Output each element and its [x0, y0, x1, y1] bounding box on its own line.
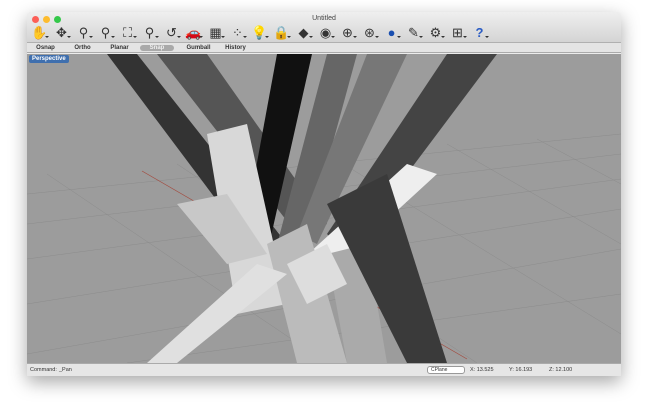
zoom-selected-icon[interactable]: ⚲	[140, 24, 159, 41]
pan-hand-icon[interactable]: ✋	[30, 24, 49, 41]
gear-icon[interactable]: ⚙	[426, 24, 445, 41]
grid-icon[interactable]: ⊞	[448, 24, 467, 41]
color-wheel-icon[interactable]: ◉	[316, 24, 335, 41]
command-label: Command:	[30, 367, 57, 373]
x-coordinate: X: 13.525	[470, 367, 494, 373]
toggle-bar: Osnap Ortho Planar Snap Gumball History	[27, 43, 621, 53]
toggle-planar[interactable]: Planar	[101, 45, 138, 51]
sphere-wireframe-icon[interactable]: ⊕	[338, 24, 357, 41]
undo-view-icon[interactable]: ↺	[162, 24, 181, 41]
car-render-icon[interactable]: 🚗	[184, 24, 203, 41]
window-title: Untitled	[312, 15, 336, 22]
command-input[interactable]: _Pan	[59, 367, 72, 373]
lock-icon[interactable]: 🔒	[272, 24, 291, 41]
app-window: Untitled ✋ ✥ ⚲ ⚲ ⛶ ⚲ ↺ 🚗 ▦ ⁘ 💡 🔒 ◆ ◉ ⊕ ⊛ ● ✎ ⚙ ⊞? Osnap Ort…	[27, 12, 621, 376]
sphere-render-icon[interactable]: ●	[382, 24, 401, 41]
points-icon[interactable]: ⁘	[228, 24, 247, 41]
pen-tool-icon[interactable]: ✎	[404, 24, 423, 41]
status-bar: Command: _Pan CPlane X: 13.525 Y: 16.193…	[27, 363, 621, 376]
y-coordinate: Y: 16.193	[509, 367, 533, 373]
sphere-shaded-icon[interactable]: ⊛	[360, 24, 379, 41]
toggle-ortho[interactable]: Ortho	[64, 45, 101, 51]
zoom-extents-icon[interactable]: ⛶	[118, 24, 137, 41]
light-bulb-icon[interactable]: 💡	[250, 24, 269, 41]
zoom-window-icon[interactable]: ⚲	[96, 24, 115, 41]
layer-icon[interactable]: ▦	[206, 24, 225, 41]
help-icon[interactable]: ?	[470, 24, 489, 41]
sculpture-model	[107, 54, 497, 363]
cplane-select[interactable]: CPlane	[427, 366, 465, 374]
toggle-snap[interactable]: Snap	[140, 44, 174, 51]
zoom-icon[interactable]: ⚲	[74, 24, 93, 41]
toggle-osnap[interactable]: Osnap	[27, 45, 64, 51]
viewport-tab[interactable]: Perspective	[29, 55, 69, 63]
toggle-gumball[interactable]: Gumball	[180, 45, 217, 51]
toggle-history[interactable]: History	[217, 45, 254, 51]
title-bar: Untitled ✋ ✥ ⚲ ⚲ ⛶ ⚲ ↺ 🚗 ▦ ⁘ 💡 🔒 ◆ ◉ ⊕ ⊛ ● ✎ ⚙ ⊞?	[27, 12, 621, 43]
material-icon[interactable]: ◆	[294, 24, 313, 41]
viewport-scene	[27, 54, 621, 363]
rotate-view-icon[interactable]: ✥	[52, 24, 71, 41]
z-coordinate: Z: 12.100	[549, 367, 573, 373]
perspective-viewport[interactable]: Perspective	[27, 54, 621, 363]
toolbar: ✋ ✥ ⚲ ⚲ ⛶ ⚲ ↺ 🚗 ▦ ⁘ 💡 🔒 ◆ ◉ ⊕ ⊛ ● ✎ ⚙ ⊞?	[30, 24, 489, 41]
